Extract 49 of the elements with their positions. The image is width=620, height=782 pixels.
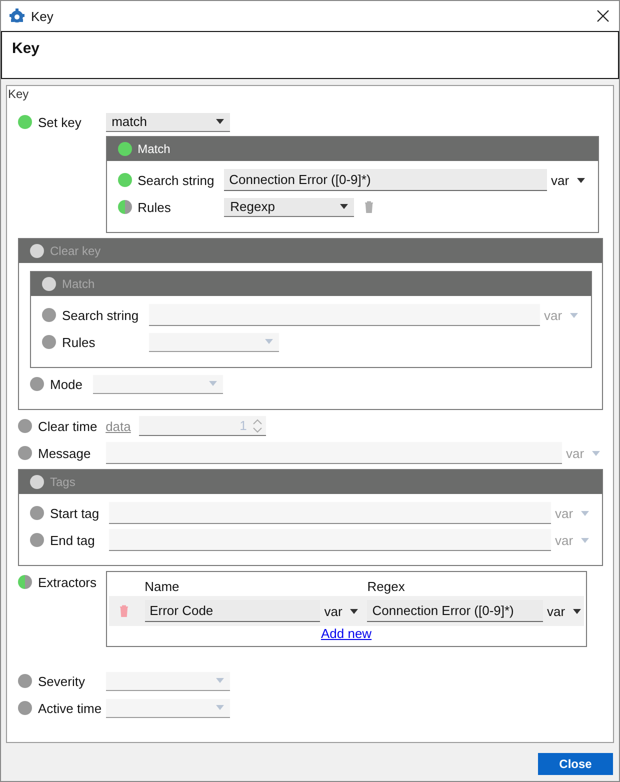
group-title: Clear key — [50, 244, 101, 258]
caret-icon — [216, 678, 224, 683]
input-field[interactable]: Error Code — [144, 600, 320, 622]
field-label: Search string — [62, 308, 139, 322]
add-new-link[interactable]: Add new — [320, 626, 372, 641]
column-header: Regex — [367, 578, 406, 594]
field-label: Rules — [138, 200, 171, 214]
field-label: Mode — [50, 376, 83, 392]
group-title: Tags — [50, 475, 76, 489]
trash-icon[interactable] — [364, 201, 374, 213]
var-dropdown[interactable]: var — [324, 601, 362, 621]
field-label: Clear time — [38, 418, 98, 434]
var-dropdown[interactable]: var — [551, 170, 588, 190]
field-label: Rules — [62, 334, 96, 350]
panel-legend: Key — [7, 87, 603, 101]
caret-icon — [592, 450, 600, 456]
caret-icon — [208, 381, 217, 386]
field-label: Extractors — [38, 574, 97, 590]
column-header: Name — [144, 578, 180, 594]
caret-icon — [581, 510, 589, 516]
caret-icon — [216, 705, 224, 710]
close-icon[interactable] — [597, 10, 609, 22]
caret-icon — [581, 538, 589, 542]
field-label: Message — [38, 446, 91, 460]
field-label: Set key — [38, 114, 82, 130]
trash-icon[interactable] — [118, 605, 129, 617]
input-field[interactable]: Connection Error ([0-9]*) — [367, 600, 543, 622]
group-title: Match — [62, 277, 95, 291]
group-title: Match — [138, 142, 170, 156]
field-label: Severity — [38, 674, 85, 688]
field-label: Active time — [38, 700, 102, 716]
close-button[interactable]: Close — [538, 753, 613, 775]
var-dropdown[interactable]: var — [547, 601, 584, 621]
header-title: Key — [12, 40, 40, 57]
field-label: Search string — [138, 172, 214, 188]
dropdown[interactable]: match — [106, 112, 230, 132]
caret-icon — [577, 178, 585, 182]
caret-icon — [216, 119, 224, 124]
field-label: Start tag — [50, 506, 100, 520]
caret-icon — [570, 312, 578, 318]
caret-icon — [350, 608, 358, 614]
app-icon — [9, 8, 25, 24]
caret-icon — [573, 608, 581, 614]
caret-icon — [264, 339, 273, 344]
input-field[interactable]: Connection Error ([0-9]*) — [224, 169, 547, 191]
caret-icon — [340, 204, 348, 209]
field-label: End tag — [50, 532, 95, 548]
window-title: Key — [31, 8, 54, 24]
dropdown[interactable]: Regexp — [224, 198, 354, 216]
